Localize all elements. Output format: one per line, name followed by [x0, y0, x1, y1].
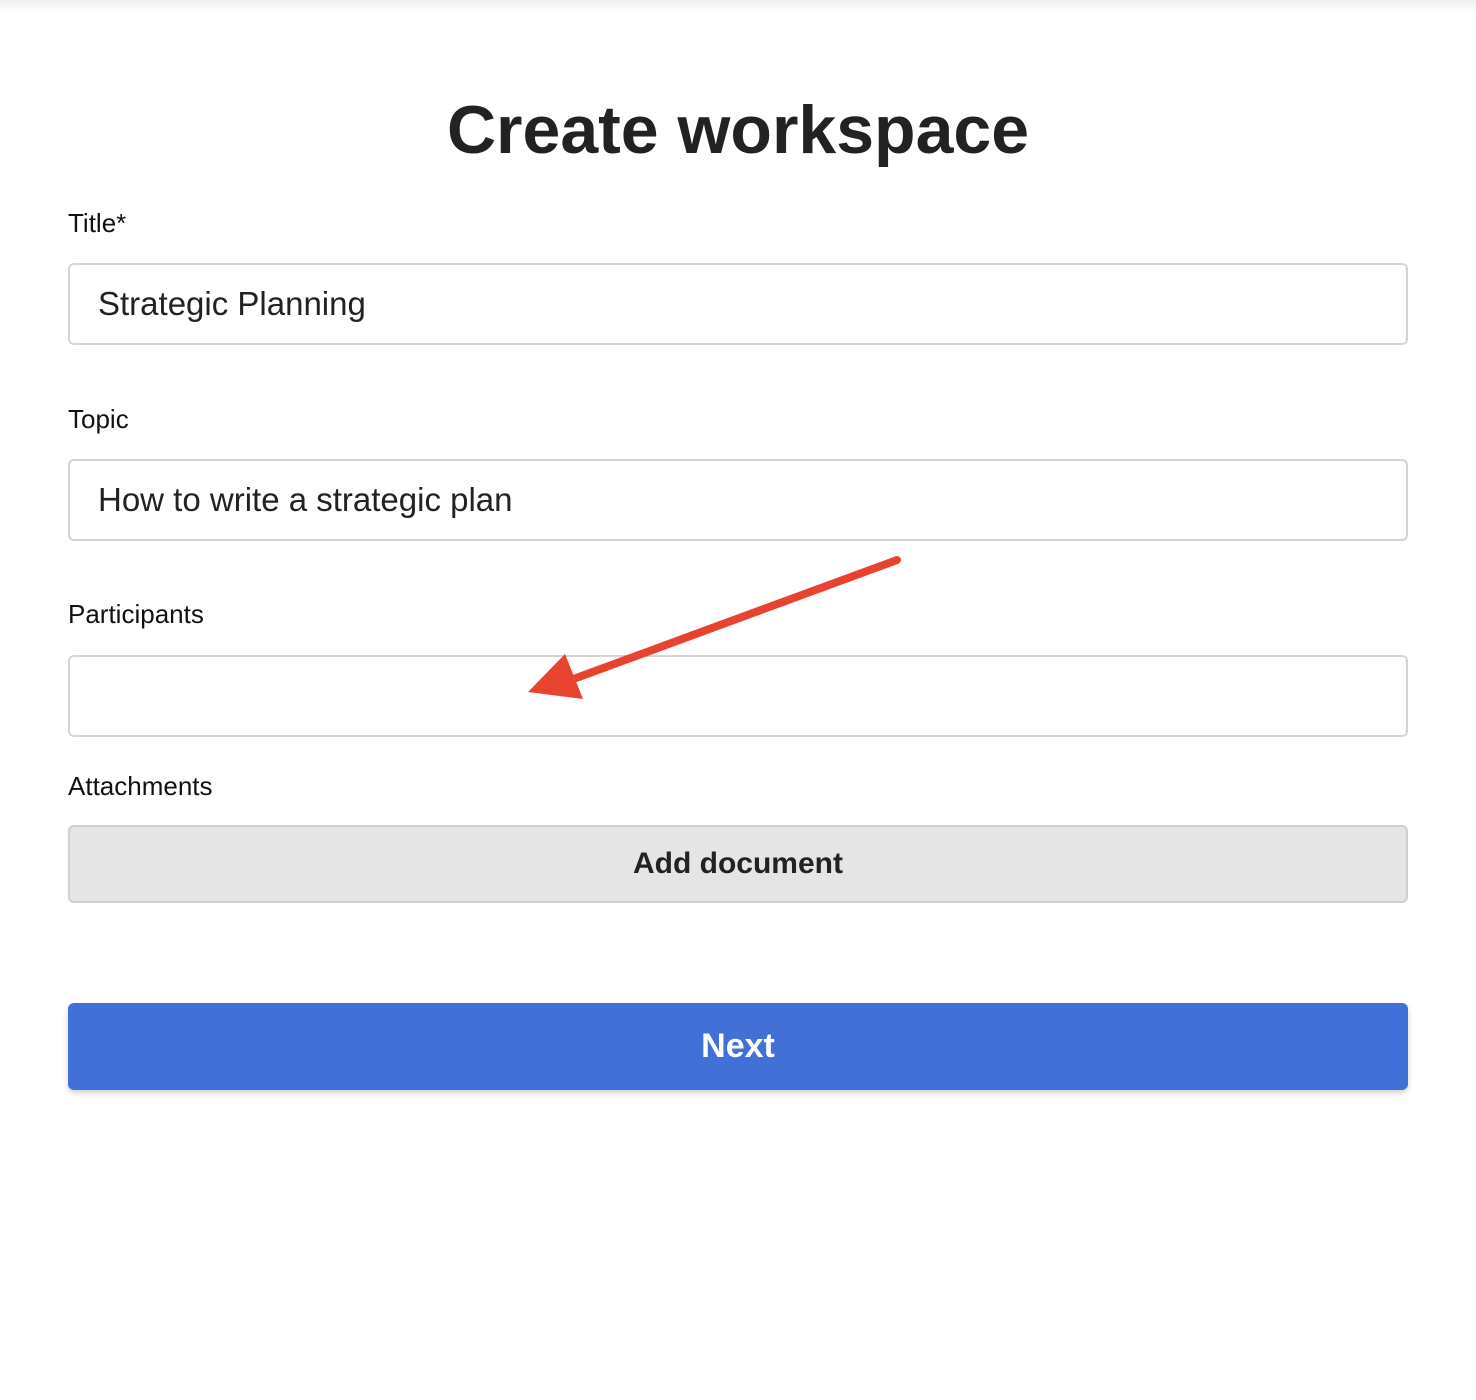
participants-field-label: Participants	[68, 599, 204, 629]
attachments-label: Attachments	[68, 771, 213, 801]
topic-field-label: Topic	[68, 404, 129, 434]
page-title: Create workspace	[446, 92, 1030, 168]
topic-input[interactable]	[68, 459, 1408, 541]
title-input[interactable]	[68, 263, 1408, 345]
add-document-button[interactable]: Add document	[68, 825, 1408, 903]
participants-input[interactable]	[68, 655, 1408, 737]
top-edge-shadow	[0, 0, 1476, 14]
title-field-label: Title*	[68, 208, 127, 238]
next-button[interactable]: Next	[68, 1003, 1408, 1090]
